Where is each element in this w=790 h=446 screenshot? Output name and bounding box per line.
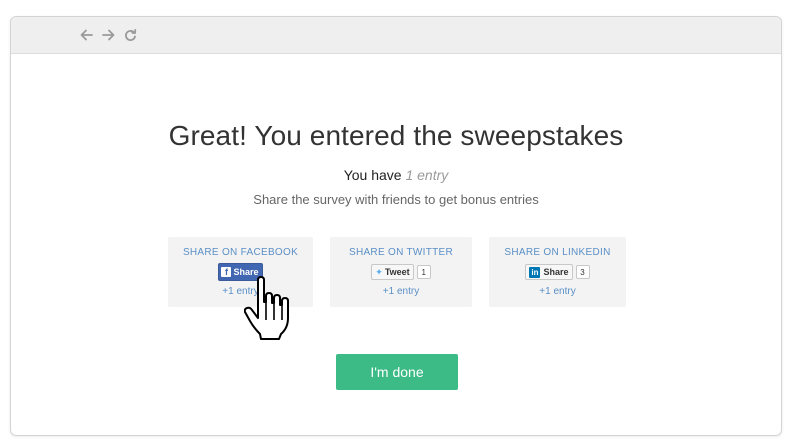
refresh-icon[interactable] <box>122 27 138 43</box>
facebook-share-label: Share <box>233 267 259 277</box>
share-card-facebook: SHARE ON FACEBOOK f Share +1 entry <box>168 237 313 307</box>
page-content: Great! You entered the sweepstakes You h… <box>11 54 781 435</box>
share-subtitle: Share the survey with friends to get bon… <box>253 192 539 207</box>
browser-window: Great! You entered the sweepstakes You h… <box>10 16 782 436</box>
twitter-bird-icon: ✦ <box>375 266 383 277</box>
arrow-right-icon[interactable] <box>100 27 116 43</box>
linkedin-icon: in <box>529 266 541 278</box>
share-title-linkedin: SHARE ON LINKEDIN <box>504 247 611 258</box>
entries-status: You have 1 entry <box>11 167 781 183</box>
linkedin-share-count: 3 <box>575 265 590 279</box>
done-button[interactable]: I'm done <box>336 354 458 390</box>
twitter-tweet-button[interactable]: ✦ Tweet <box>371 264 414 280</box>
twitter-share-count: 1 <box>416 265 431 279</box>
entries-prefix: You have <box>343 167 402 183</box>
facebook-share-button[interactable]: f Share <box>218 263 263 281</box>
facebook-icon: f <box>221 267 232 277</box>
linkedin-share-label: Share <box>543 267 569 277</box>
twitter-tweet-label: Tweet <box>384 267 410 277</box>
browser-toolbar <box>11 17 781 54</box>
share-title-twitter: SHARE ON TWITTER <box>348 247 454 258</box>
linkedin-entry-bonus: +1 entry <box>539 286 576 297</box>
linkedin-share-button[interactable]: in Share <box>525 264 573 280</box>
share-card-twitter: SHARE ON TWITTER ✦ Tweet 1 +1 entry <box>330 237 472 307</box>
twitter-entry-bonus: +1 entry <box>382 286 420 297</box>
facebook-entry-bonus: +1 entry <box>222 286 259 297</box>
share-title-facebook: SHARE ON FACEBOOK <box>182 247 299 258</box>
share-card-linkedin: SHARE ON LINKEDIN in Share 3 +1 entry <box>489 237 626 307</box>
entries-count: 1 entry <box>405 167 449 183</box>
page-title: Great! You entered the sweepstakes <box>168 120 624 151</box>
arrow-left-icon[interactable] <box>78 27 94 43</box>
